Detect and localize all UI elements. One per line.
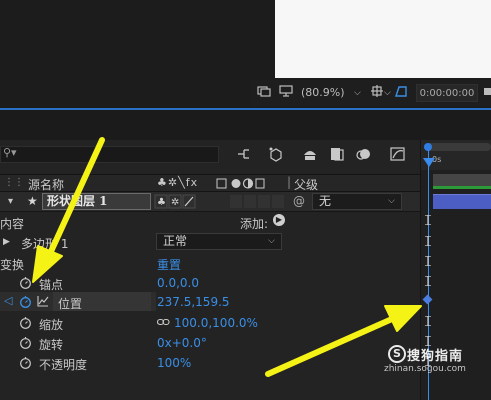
watermark-logo-icon: S — [388, 345, 406, 363]
watermark-url: zhinan.sogou.com — [384, 364, 466, 374]
annotation-arrows — [32, 137, 422, 377]
annotation-arrow-down — [32, 137, 105, 283]
after-effects-window: (80.9%) ⌵ ⌵ 0:00:00:00 ⚲▾ ⋮ ⋮ 源名称 ♣✲╲fx … — [0, 0, 491, 400]
watermark-text: 搜狗指南 — [407, 349, 464, 364]
